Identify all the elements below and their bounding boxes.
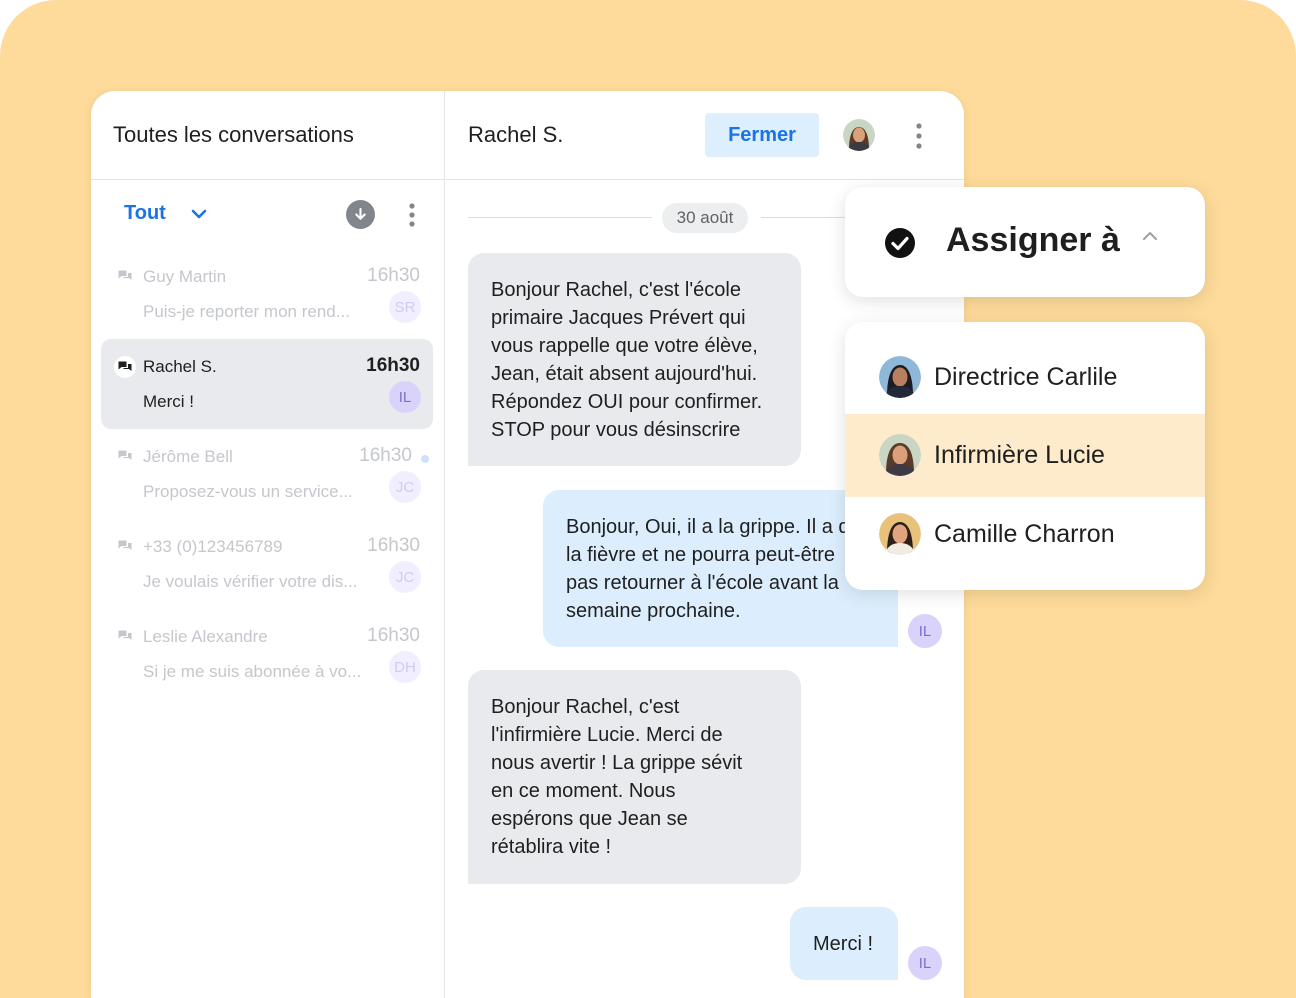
date-pill: 30 août — [662, 203, 748, 233]
assignee-avatar[interactable] — [843, 119, 875, 151]
date-separator: 30 août — [468, 203, 901, 233]
chat-bubble-icon — [114, 356, 136, 378]
message-line: en ce moment. Nous — [491, 780, 676, 802]
message-line: rétablira vite ! — [491, 836, 612, 858]
avatar: JC — [389, 471, 421, 503]
avatar — [879, 356, 921, 398]
conversation-list-title: Toutes les conversations — [113, 122, 354, 147]
message-bubble-outgoing: Merci ! — [790, 907, 898, 980]
conversation-preview: Proposez-vous un service... — [143, 482, 353, 501]
message-line: vous rappelle que votre élève, — [491, 335, 758, 357]
assign-title: Assigner à — [946, 221, 1120, 259]
conversation-preview: Si je me suis abonnée à vo... — [143, 662, 362, 681]
sender-avatar: IL — [908, 614, 942, 648]
conversation-list-pane: Toutes les conversations Tout Guy Martin… — [91, 91, 445, 998]
avatar: SR — [389, 291, 421, 323]
assignee-option-selected[interactable]: Infirmière Lucie — [845, 414, 1205, 497]
contact-name: Rachel S. — [468, 122, 564, 147]
chat-bubble-icon — [117, 448, 133, 464]
conversation-preview: Puis-je reporter mon rend... — [143, 302, 350, 321]
conversation-item[interactable]: Rachel S. 16h30 Merci ! IL — [101, 339, 433, 429]
assignee-menu: Directrice Carlile Infirmière Lucie Cami… — [845, 322, 1205, 590]
message-line: espérons que Jean se — [491, 808, 688, 830]
sender-avatar: IL — [908, 946, 942, 980]
filter-row: Tout — [91, 180, 444, 248]
message-line: Jean, était absent aujourd'hui. — [491, 363, 758, 385]
conversation-item[interactable]: Guy Martin 16h30 Puis-je reporter mon rend… — [101, 249, 433, 339]
chevron-down-icon[interactable] — [187, 202, 211, 226]
message-line: la fièvre et ne pourra peut-être — [566, 544, 836, 566]
conversation-name: Leslie Alexandre — [143, 627, 268, 646]
avatar — [879, 513, 921, 555]
assignee-name: Directrice Carlile — [934, 363, 1118, 391]
conversation-time: 16h30 — [359, 445, 412, 466]
conversation-list-header: Toutes les conversations — [91, 91, 444, 180]
assignee-option[interactable]: Directrice Carlile — [845, 336, 1205, 419]
message-line: Bonjour Rachel, c'est l'école — [491, 279, 741, 301]
chat-bubble-icon — [117, 268, 133, 284]
chevron-up-icon[interactable] — [1141, 227, 1159, 245]
conversation-time: 16h30 — [366, 355, 420, 376]
assignee-option[interactable]: Camille Charron — [845, 493, 1205, 576]
message-line: Bonjour, Oui, il a la grippe. Il a d — [566, 516, 850, 538]
close-button[interactable]: Fermer — [705, 113, 819, 157]
conversation-preview: Merci ! — [143, 392, 194, 411]
conversation-time: 16h30 — [367, 535, 420, 556]
message-line: Bonjour Rachel, c'est — [491, 696, 680, 718]
messaging-app: Toutes les conversations Tout Guy Martin… — [91, 91, 964, 998]
filter-dropdown[interactable]: Tout — [124, 202, 166, 225]
download-button[interactable] — [346, 200, 375, 229]
message-line: semaine prochaine. — [566, 600, 741, 622]
avatar: DH — [389, 651, 421, 683]
conversation-item[interactable]: Leslie Alexandre 16h30 Si je me suis abonn… — [101, 609, 433, 699]
conversation-name: +33 (0)123456789 — [143, 537, 283, 556]
assign-to-header[interactable]: Assigner à — [845, 187, 1205, 297]
message-line: nous avertir ! La grippe sévit — [491, 752, 743, 774]
assignee-name: Infirmière Lucie — [934, 441, 1105, 469]
message-line: primaire Jacques Prévert qui — [491, 307, 746, 329]
message-line: l'infirmière Lucie. Merci de — [491, 724, 723, 746]
conversation-preview: Je voulais vérifier votre dis... — [143, 572, 358, 591]
conversation-name: Rachel S. — [143, 357, 217, 376]
more-vert-icon[interactable] — [911, 122, 927, 150]
chat-bubble-icon — [117, 538, 133, 554]
message-bubble-incoming: Bonjour Rachel, c'est l'infirmière Lucie… — [468, 670, 801, 884]
message-bubble-incoming: Bonjour Rachel, c'est l'école primaire J… — [468, 253, 801, 466]
unread-dot — [421, 455, 429, 463]
divider — [468, 217, 652, 218]
arrow-down-icon — [355, 207, 366, 220]
avatar: IL — [389, 381, 421, 413]
conversation-time: 16h30 — [367, 265, 420, 286]
conversation-item[interactable]: +33 (0)123456789 16h30 Je voulais vérifier… — [101, 519, 433, 609]
avatar — [879, 434, 921, 476]
chat-header: Rachel S. Fermer — [446, 91, 964, 180]
more-vert-icon[interactable] — [404, 202, 420, 228]
avatar: JC — [389, 561, 421, 593]
conversation-name: Guy Martin — [143, 267, 227, 286]
message-line: Merci ! — [813, 933, 873, 955]
conversation-name: Jérôme Bell — [143, 447, 233, 466]
message-line: pas retourner à l'école avant la — [566, 572, 839, 594]
check-circle-icon — [885, 228, 915, 258]
conversation-time: 16h30 — [367, 625, 420, 646]
assignee-name: Camille Charron — [934, 520, 1115, 548]
message-line: Répondez OUI pour confirmer. — [491, 391, 763, 413]
message-line: STOP pour vous désinscrire — [491, 419, 741, 441]
conversation-item[interactable]: Jérôme Bell 16h30 Proposez-vous un service… — [101, 429, 433, 519]
chat-bubble-icon — [117, 628, 133, 644]
